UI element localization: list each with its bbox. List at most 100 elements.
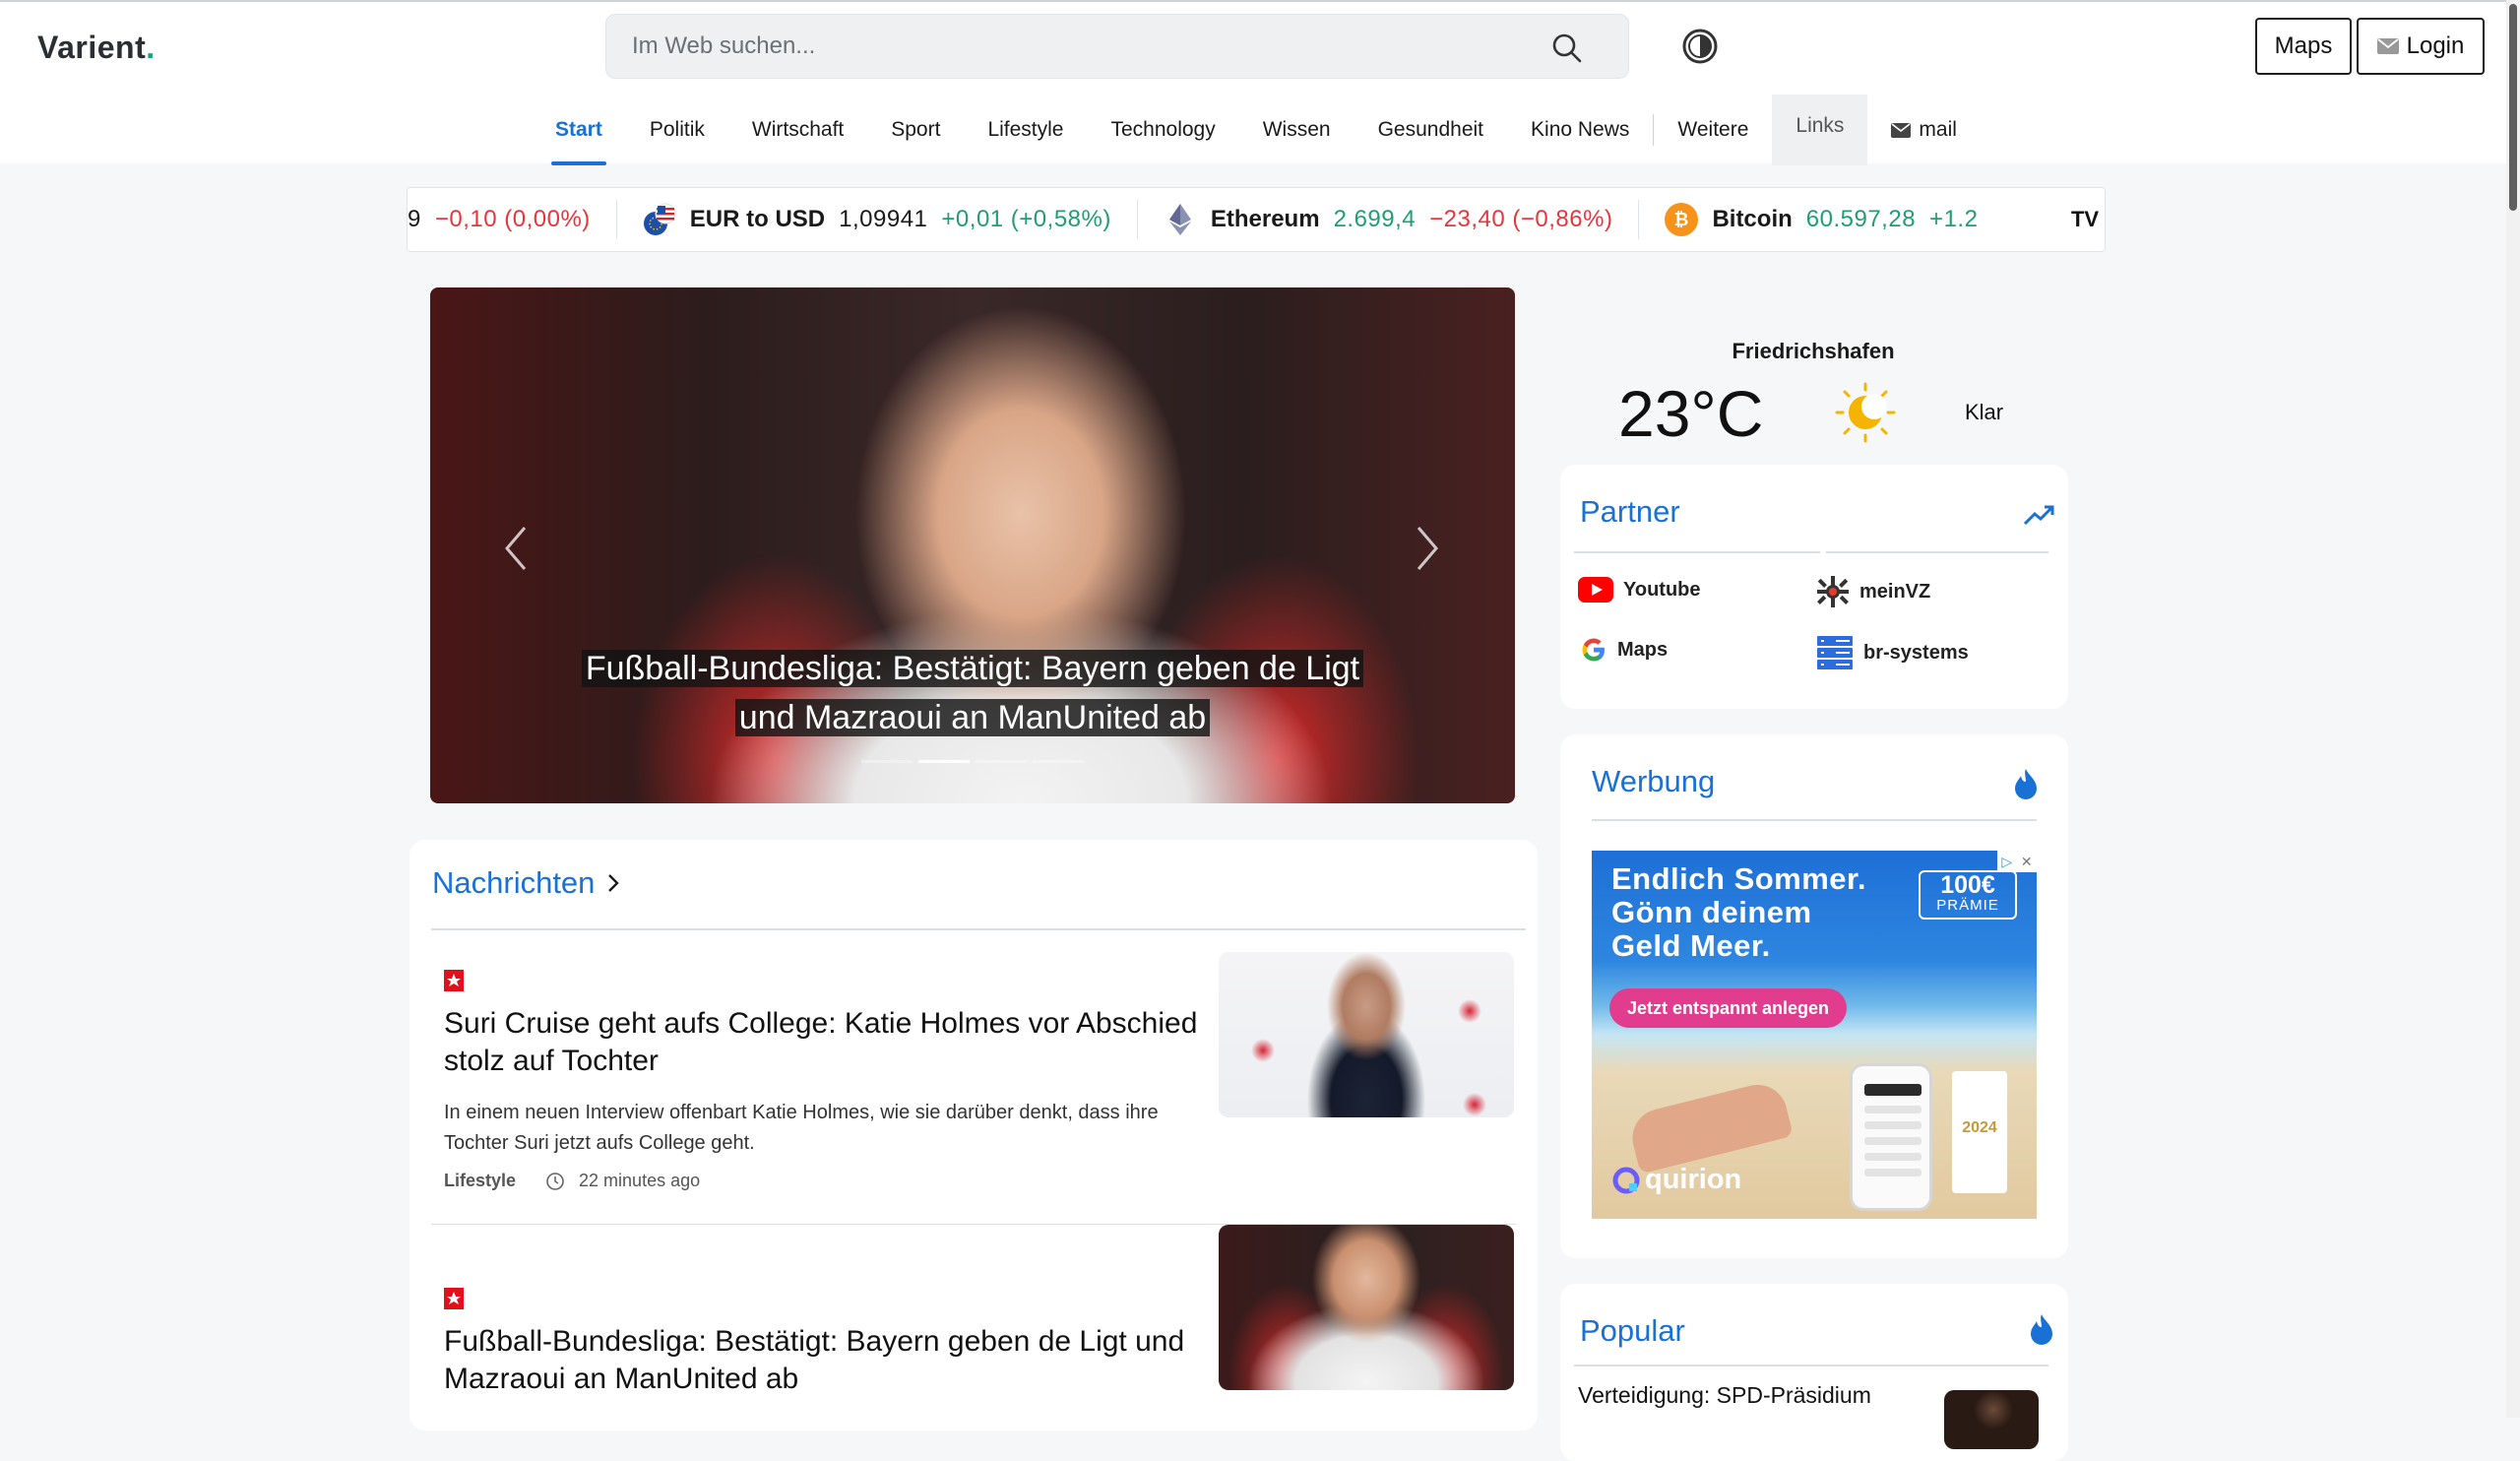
article-time: 22 minutes ago bbox=[579, 1171, 701, 1190]
meinvz-icon bbox=[1817, 576, 1849, 607]
ticker-item-bitcoin[interactable]: ₿ Bitcoin 60.597,28 +1.2 bbox=[1639, 200, 2003, 239]
ticker-value: 1,09941 bbox=[839, 206, 928, 232]
news-section-title[interactable]: Nachrichten bbox=[432, 865, 620, 901]
nav-item-kino-news[interactable]: Kino News bbox=[1507, 95, 1653, 165]
ad-cta-button[interactable]: Jetzt entspannt anlegen bbox=[1609, 988, 1848, 1028]
svg-text:₿: ₿ bbox=[1674, 210, 1689, 229]
article-description: In einem neuen Interview offenbart Katie… bbox=[444, 1102, 1159, 1154]
partner-link-label: br-systems bbox=[1863, 641, 1969, 664]
scrollbar-thumb[interactable] bbox=[2509, 4, 2517, 211]
news-article[interactable]: Suri Cruise geht aufs College: Katie Hol… bbox=[431, 930, 1516, 1236]
nav-item-weitere[interactable]: Weitere bbox=[1654, 95, 1772, 165]
logo-text: Varient bbox=[37, 30, 147, 65]
slider-dot[interactable] bbox=[861, 760, 913, 763]
adchoices-play-icon: ▷ bbox=[2001, 853, 2013, 869]
partner-card: Partner Youtube meinVZ Maps br-systems bbox=[1560, 465, 2068, 709]
nav-item-technology[interactable]: Technology bbox=[1087, 95, 1238, 165]
weather-widget: Friedrichshafen 23°C Klar bbox=[1561, 315, 2065, 453]
ad-award-badge: 2024 bbox=[1952, 1071, 2007, 1193]
main-nav: Start Politik Wirtschaft Sport Lifestyle… bbox=[532, 95, 1981, 165]
ticker-change: −23,40 (−0,86%) bbox=[1429, 206, 1613, 232]
article-category[interactable]: Lifestyle bbox=[444, 1171, 516, 1191]
google-icon bbox=[1582, 638, 1605, 662]
partner-link-maps[interactable]: Maps bbox=[1580, 636, 1668, 664]
nav-label: Start bbox=[555, 118, 602, 141]
theme-toggle-icon[interactable] bbox=[1681, 28, 1719, 65]
ad-image-phone bbox=[1850, 1063, 1932, 1211]
clock-icon bbox=[546, 1172, 564, 1190]
nav-item-gesundheit[interactable]: Gesundheit bbox=[1354, 95, 1507, 165]
search-input[interactable] bbox=[630, 15, 1516, 78]
nav-item-lifestyle[interactable]: Lifestyle bbox=[964, 95, 1087, 165]
page-scrollbar[interactable] bbox=[2506, 0, 2520, 1418]
partner-link-label: Youtube bbox=[1623, 578, 1701, 601]
ad-headline-line: Geld Meer. bbox=[1611, 928, 1771, 963]
article-title[interactable]: Suri Cruise geht aufs College: Katie Hol… bbox=[444, 1005, 1202, 1080]
hero-caption[interactable]: Fußball-Bundesliga: Bestätigt: Bayern ge… bbox=[430, 644, 1515, 742]
ad-banner[interactable]: Endlich Sommer. Gönn deinem Geld Meer. 1… bbox=[1592, 851, 2037, 1219]
ad-award-year: 2024 bbox=[1962, 1119, 1997, 1136]
chevron-right-icon[interactable] bbox=[1413, 524, 1442, 573]
market-ticker[interactable]: 9 −0,10 (0,00%) EUR to USD 1,09941 +0,01… bbox=[407, 187, 2106, 252]
ad-badge-amount: 100€ bbox=[1940, 871, 1995, 899]
nav-item-wissen[interactable]: Wissen bbox=[1239, 95, 1354, 165]
header: Varient. Maps Login Start Politik Wirtsc… bbox=[0, 0, 2520, 165]
slider-dot[interactable] bbox=[976, 760, 1027, 763]
ad-brand-name: quirion bbox=[1645, 1164, 1742, 1195]
hero-caption-line: und Mazraoui an ManUnited ab bbox=[734, 699, 1211, 736]
popular-title: Popular bbox=[1580, 1313, 1685, 1348]
ticker-item-ethereum[interactable]: Ethereum 2.699,4 −23,40 (−0,86%) bbox=[1138, 200, 1640, 239]
bitcoin-icon: ₿ bbox=[1665, 203, 1699, 236]
ad-headline: Endlich Sommer. Gönn deinem Geld Meer. bbox=[1611, 862, 1866, 963]
popular-item-thumbnail[interactable] bbox=[1944, 1390, 2039, 1449]
ticker-item-eur-usd[interactable]: EUR to USD 1,09941 +0,01 (+0,58%) bbox=[617, 200, 1138, 239]
divider bbox=[1826, 551, 2048, 553]
nav-label: Kino News bbox=[1531, 118, 1630, 141]
nav-item-start[interactable]: Start bbox=[532, 95, 626, 165]
hero-slider[interactable]: Fußball-Bundesliga: Bestätigt: Bayern ge… bbox=[430, 287, 1515, 803]
nav-item-links[interactable]: Links bbox=[1772, 95, 1868, 165]
eur-usd-flag-icon bbox=[643, 203, 676, 236]
adchoices-icon[interactable]: ▷ ✕ bbox=[1997, 851, 2037, 872]
popular-item-title[interactable]: Verteidigung: SPD-Präsidium bbox=[1578, 1382, 1871, 1409]
tradingview-logo[interactable]: TV bbox=[2065, 188, 2105, 251]
ticker-track: 9 −0,10 (0,00%) EUR to USD 1,09941 +0,01… bbox=[408, 188, 2003, 251]
nav-label: Lifestyle bbox=[987, 118, 1064, 141]
weather-condition: Klar bbox=[1965, 400, 2004, 424]
news-title-text: Nachrichten bbox=[432, 865, 596, 900]
ticker-name: Ethereum bbox=[1210, 206, 1320, 232]
ticker-value: 60.597,28 bbox=[1805, 206, 1917, 232]
partner-link-br-systems[interactable]: br-systems bbox=[1816, 634, 1969, 671]
partner-link-meinvz[interactable]: meinVZ bbox=[1816, 575, 1930, 608]
login-button-label: Login bbox=[2406, 32, 2465, 59]
close-icon[interactable]: ✕ bbox=[2021, 854, 2033, 870]
article-thumbnail[interactable] bbox=[1219, 952, 1514, 1117]
nav-label: Politik bbox=[649, 118, 705, 141]
partner-link-youtube[interactable]: Youtube bbox=[1578, 577, 1701, 603]
chevron-left-icon[interactable] bbox=[501, 524, 531, 573]
ad-headline-line: Endlich Sommer. bbox=[1611, 861, 1867, 896]
search-icon[interactable] bbox=[1551, 32, 1583, 64]
article-thumbnail[interactable] bbox=[1219, 1225, 1514, 1390]
article-title[interactable]: Fußball-Bundesliga: Bestätigt: Bayern ge… bbox=[444, 1323, 1202, 1398]
nav-label: Weitere bbox=[1677, 118, 1749, 141]
ticker-item-partial[interactable]: 9 −0,10 (0,00%) bbox=[408, 200, 617, 239]
maps-button[interactable]: Maps bbox=[2255, 18, 2352, 75]
slider-indicators bbox=[430, 760, 1515, 763]
weather-temperature: 23°C bbox=[1618, 377, 1764, 450]
nav-item-sport[interactable]: Sport bbox=[867, 95, 964, 165]
nav-item-mail[interactable]: mail bbox=[1867, 95, 1981, 165]
login-button[interactable]: Login bbox=[2357, 18, 2485, 75]
mail-icon bbox=[1891, 122, 1912, 138]
logo[interactable]: Varient. bbox=[37, 30, 156, 66]
flame-icon bbox=[2031, 1314, 2052, 1345]
divider bbox=[1574, 551, 1820, 553]
chevron-right-icon bbox=[608, 874, 620, 892]
ethereum-icon bbox=[1164, 203, 1197, 236]
news-article[interactable]: Fußball-Bundesliga: Bestätigt: Bayern ge… bbox=[431, 1225, 1516, 1445]
slider-dot[interactable] bbox=[918, 760, 970, 763]
nav-label: Links bbox=[1796, 114, 1845, 137]
nav-item-wirtschaft[interactable]: Wirtschaft bbox=[728, 95, 867, 165]
slider-dot[interactable] bbox=[1033, 760, 1084, 763]
nav-item-politik[interactable]: Politik bbox=[626, 95, 728, 165]
